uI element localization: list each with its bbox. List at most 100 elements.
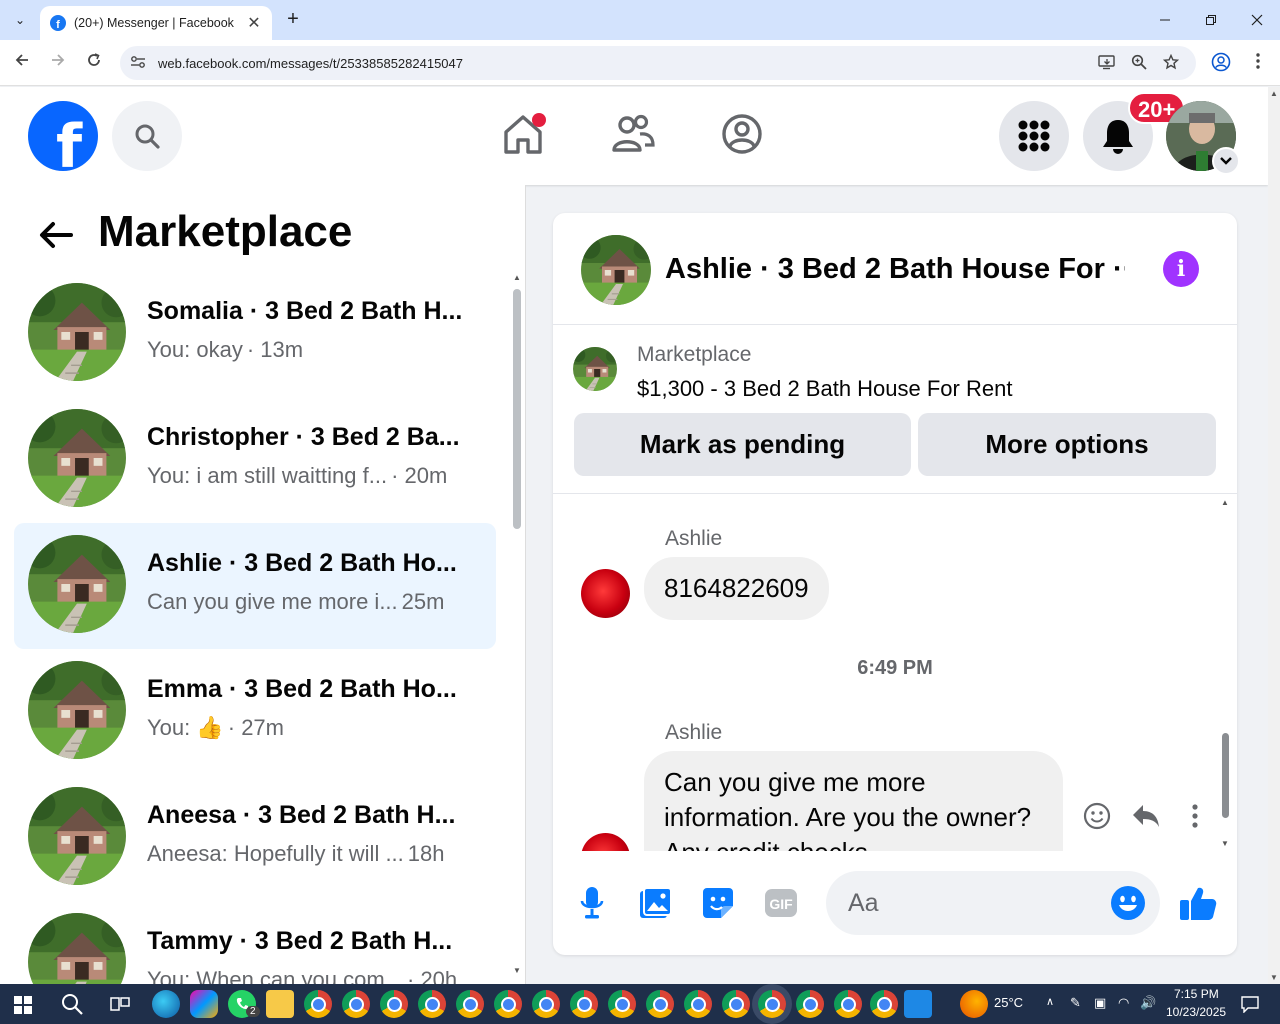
chrome-window-icon[interactable]: [304, 990, 332, 1018]
zoom-icon[interactable]: [1130, 54, 1148, 72]
chrome-window-icon[interactable]: [684, 990, 712, 1018]
back-button[interactable]: [36, 215, 76, 255]
restore-window-button[interactable]: [1188, 0, 1234, 40]
conversation-item[interactable]: Tammy · 3 Bed 2 Bath H... You: When can y…: [14, 901, 496, 984]
forward-nav-button[interactable]: [46, 51, 70, 75]
chrome-window-icon[interactable]: [494, 990, 522, 1018]
conversation-subtitle: Aneesa: Hopefully it will ... 18h: [147, 841, 477, 867]
conversation-preview: You: 👍: [147, 715, 224, 740]
chrome-window-icon[interactable]: [532, 990, 560, 1018]
browser-menu-icon[interactable]: [1247, 52, 1269, 74]
facebook-logo[interactable]: f: [28, 101, 98, 171]
conversation-item[interactable]: Ashlie · 3 Bed 2 Bath Ho... Can you give …: [14, 523, 496, 649]
clock-date[interactable]: 10/23/2025: [1166, 1005, 1226, 1019]
message-bubble[interactable]: Can you give me more information. Are yo…: [644, 751, 1063, 851]
sticker-button[interactable]: [698, 883, 738, 923]
weather-icon[interactable]: [960, 990, 988, 1018]
chrome-window-icon[interactable]: [418, 990, 446, 1018]
chat-title[interactable]: Ashlie · 3 Bed 2 Bath House For ···: [665, 253, 1125, 286]
network-icon[interactable]: ◠: [1118, 995, 1129, 1011]
taskbar-search-button[interactable]: [58, 990, 86, 1018]
scrollbar-thumb[interactable]: [513, 289, 521, 529]
close-tab-icon[interactable]: ✕: [246, 13, 262, 33]
scroll-up-arrow-icon[interactable]: ▲: [1221, 498, 1229, 507]
message-bubble[interactable]: 8164822609: [644, 557, 829, 620]
tray-chevron-up-icon[interactable]: ∧: [1046, 995, 1054, 1008]
chrome-window-icon[interactable]: [834, 990, 862, 1018]
media-app-icon[interactable]: [904, 990, 932, 1018]
scroll-down-arrow-icon[interactable]: ▼: [1221, 839, 1229, 848]
minimize-window-button[interactable]: [1142, 0, 1188, 40]
profile-icon[interactable]: [1210, 52, 1232, 74]
chrome-window-icon[interactable]: [570, 990, 598, 1018]
listing-title[interactable]: $1,300 - 3 Bed 2 Bath House For Rent: [637, 376, 1012, 402]
message-input[interactable]: Aa: [826, 871, 1160, 935]
conversation-item[interactable]: Christopher · 3 Bed 2 Ba... You: i am sti…: [14, 397, 496, 523]
reload-button[interactable]: [82, 51, 106, 75]
scrollbar-thumb[interactable]: [1222, 733, 1229, 818]
listing-thumbnail[interactable]: [573, 347, 617, 391]
reply-button[interactable]: [1130, 800, 1162, 832]
back-nav-button[interactable]: [10, 51, 34, 75]
account-menu-chevron[interactable]: [1212, 147, 1240, 175]
address-bar[interactable]: web.facebook.com/messages/t/253385852824…: [120, 46, 1196, 80]
conversation-item[interactable]: Emma · 3 Bed 2 Bath Ho... You: 👍 · 27m: [14, 649, 496, 775]
emoji-picker-button[interactable]: [1110, 885, 1146, 921]
volume-icon[interactable]: 🔊: [1140, 995, 1156, 1011]
chrome-window-icon[interactable]: [342, 990, 370, 1018]
chrome-window-icon[interactable]: [796, 990, 824, 1018]
site-info-icon[interactable]: [130, 55, 150, 72]
arrow-right-icon: [52, 54, 65, 66]
page-scrollbar[interactable]: ▲ ▼: [1268, 87, 1280, 984]
chat-listing-avatar[interactable]: [581, 235, 651, 305]
install-app-icon[interactable]: [1098, 54, 1116, 72]
voice-clip-button[interactable]: [572, 883, 612, 923]
pen-tray-icon[interactable]: ✎: [1070, 995, 1081, 1011]
scroll-down-arrow-icon[interactable]: ▼: [1270, 973, 1278, 982]
sender-avatar[interactable]: [581, 833, 630, 851]
react-button[interactable]: [1081, 800, 1113, 832]
nav-friends-button[interactable]: [608, 109, 658, 159]
nav-profile-button[interactable]: [717, 109, 767, 159]
file-explorer-icon[interactable]: [266, 990, 294, 1018]
conversation-list-scrollbar[interactable]: ▲ ▼: [511, 273, 523, 975]
weather-temperature[interactable]: 25°C: [994, 995, 1023, 1010]
chrome-active-window-icon[interactable]: [758, 990, 786, 1018]
new-tab-button[interactable]: +: [282, 8, 304, 30]
task-view-button[interactable]: [106, 990, 134, 1018]
scroll-up-arrow-icon[interactable]: ▲: [1270, 89, 1278, 98]
scroll-up-arrow-icon[interactable]: ▲: [513, 273, 521, 282]
chrome-window-icon[interactable]: [380, 990, 408, 1018]
search-button[interactable]: [112, 101, 182, 171]
chrome-window-icon[interactable]: [722, 990, 750, 1018]
tab-search-dropdown[interactable]: ⌄: [8, 8, 32, 32]
device-tray-icon[interactable]: ▣: [1094, 995, 1106, 1011]
reply-icon: [1133, 805, 1159, 827]
chrome-window-icon[interactable]: [870, 990, 898, 1018]
scroll-down-arrow-icon[interactable]: ▼: [513, 966, 521, 975]
conversation-info-button[interactable]: i: [1163, 251, 1199, 287]
more-options-button[interactable]: More options: [918, 413, 1216, 476]
chrome-window-icon[interactable]: [608, 990, 636, 1018]
copilot-icon[interactable]: [190, 990, 218, 1018]
notification-center-button[interactable]: [1236, 990, 1264, 1018]
nav-home-button[interactable]: [498, 109, 548, 159]
close-window-button[interactable]: [1234, 0, 1280, 40]
attach-photo-button[interactable]: [635, 883, 675, 923]
windows-start-button[interactable]: [14, 996, 32, 1014]
send-like-button[interactable]: [1178, 883, 1218, 923]
conversation-item[interactable]: Aneesa · 3 Bed 2 Bath H... Aneesa: Hopefu…: [14, 775, 496, 901]
edge-browser-icon[interactable]: [152, 990, 180, 1018]
message-more-button[interactable]: [1179, 800, 1211, 832]
browser-tab-messenger[interactable]: f (20+) Messenger | Facebook ✕: [40, 6, 272, 40]
conversation-item[interactable]: Somalia · 3 Bed 2 Bath H... You: okay · 13…: [14, 271, 496, 397]
chrome-window-icon[interactable]: [646, 990, 674, 1018]
message-thread-scrollbar[interactable]: ▲ ▼: [1219, 498, 1231, 848]
clock-time[interactable]: 7:15 PM: [1174, 987, 1219, 1001]
menu-grid-button[interactable]: [999, 101, 1069, 171]
bookmark-star-icon[interactable]: [1162, 53, 1180, 72]
mark-as-pending-button[interactable]: Mark as pending: [574, 413, 911, 476]
chrome-window-icon[interactable]: [456, 990, 484, 1018]
sender-avatar[interactable]: [581, 569, 630, 618]
gif-button[interactable]: GIF: [761, 883, 801, 923]
